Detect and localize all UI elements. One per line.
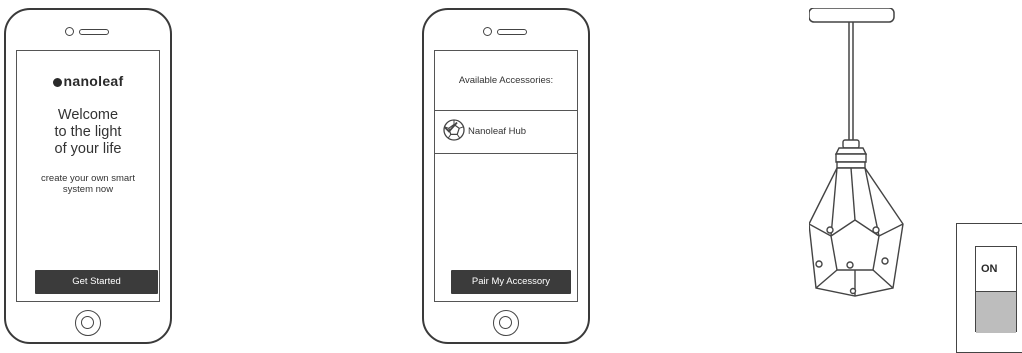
speaker-icon: [79, 29, 109, 35]
welcome-line: of your life: [54, 141, 122, 157]
tagline-line: system now: [62, 184, 114, 195]
welcome-heading: Welcome to the light of your life: [17, 107, 159, 158]
wall-switch-plate: ON: [956, 223, 1022, 353]
camera-icon: [483, 27, 492, 36]
accessory-row[interactable]: Nanoleaf Hub: [435, 110, 577, 154]
welcome-line: to the light: [54, 124, 122, 140]
accessories-header: Available Accessories:: [458, 75, 554, 86]
tagline-line: create your own smart: [41, 173, 135, 184]
switch-on-label: ON: [976, 247, 1016, 291]
speaker-icon: [497, 29, 527, 35]
bulb-body: [809, 167, 904, 297]
home-button[interactable]: [75, 310, 101, 336]
checkmark-icon: [444, 121, 458, 133]
ceiling-canopy: [809, 8, 895, 23]
logo-mark-icon: [52, 78, 62, 87]
tagline: create your own smart system now: [17, 173, 159, 195]
phone-pairing: Available Accessories: Nanoleaf Hub Pair…: [422, 8, 590, 344]
bulb-socket: [834, 139, 868, 169]
phone-welcome: nanoleaf Welcome to the light of your li…: [4, 8, 172, 344]
welcome-line: Welcome: [57, 107, 119, 123]
phone-screen: nanoleaf Welcome to the light of your li…: [16, 50, 160, 302]
home-button[interactable]: [493, 310, 519, 336]
pair-accessory-button[interactable]: Pair My Accessory: [451, 270, 571, 294]
nanoleaf-bulb-illustration: [809, 8, 904, 297]
switch-lower-half: [976, 291, 1016, 333]
brand-name: nanoleaf: [63, 73, 124, 89]
accessory-name: Nanoleaf Hub: [468, 126, 527, 137]
camera-icon: [65, 27, 74, 36]
get-started-button[interactable]: Get Started: [35, 270, 158, 294]
wall-switch[interactable]: ON: [975, 246, 1017, 333]
brand-logo: nanoleaf: [17, 73, 159, 89]
phone-screen: Available Accessories: Nanoleaf Hub Pair…: [434, 50, 578, 302]
